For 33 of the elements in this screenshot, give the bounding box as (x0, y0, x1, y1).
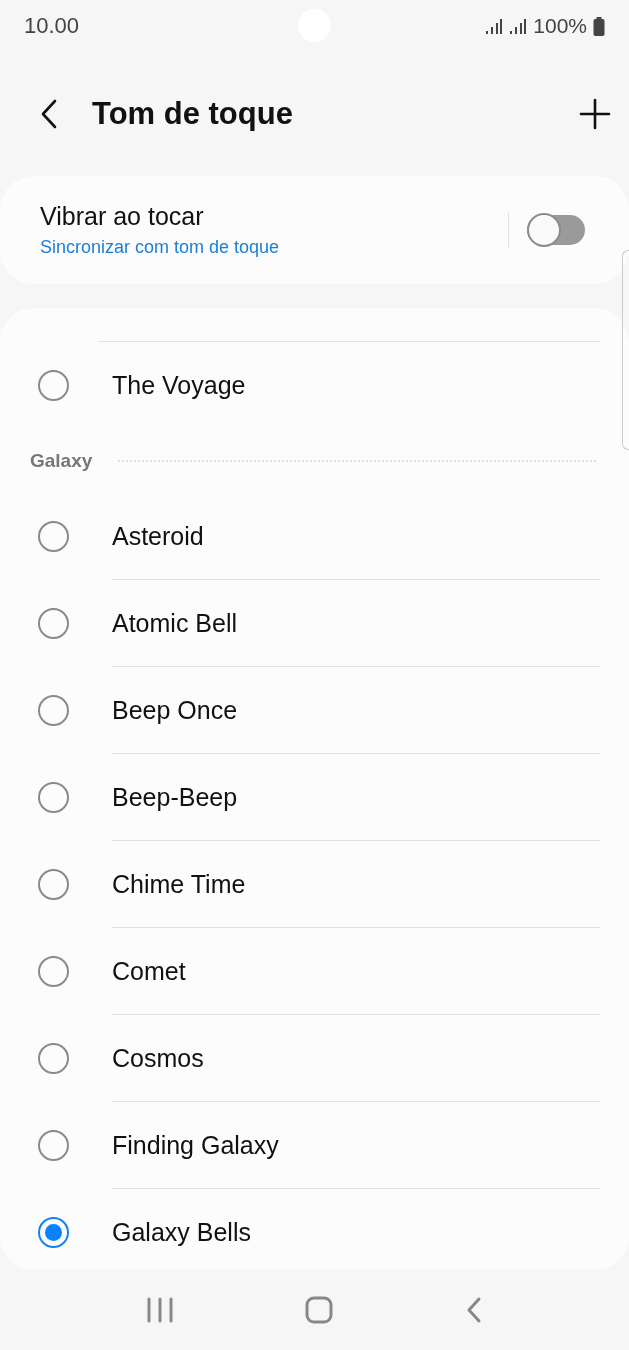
radio-button[interactable] (38, 1130, 69, 1161)
ringtone-name[interactable]: The Voyage (112, 371, 246, 400)
signal-icon (509, 17, 528, 35)
radio-button[interactable] (38, 1217, 69, 1248)
ringtone-name[interactable]: Chime Time (112, 869, 246, 899)
add-button[interactable] (579, 98, 611, 130)
ringtone-name[interactable]: Asteroid (112, 521, 204, 551)
radio-button[interactable] (38, 370, 69, 401)
page-title: Tom de toque (92, 96, 293, 132)
ringtone-name[interactable]: Comet (112, 956, 186, 986)
ringtone-name[interactable]: Finding Galaxy (112, 1130, 279, 1160)
radio-button[interactable] (38, 521, 69, 552)
ringtone-name[interactable]: Atomic Bell (112, 608, 238, 638)
radio-button[interactable] (38, 608, 69, 639)
ringtone-name[interactable]: Beep-Beep (112, 782, 238, 812)
ringtone-name[interactable]: Galaxy Bells (112, 1218, 251, 1247)
status-time: 10.00 (24, 13, 80, 39)
ringtone-name[interactable]: Beep Once (112, 695, 238, 725)
recent-apps-button[interactable] (145, 1297, 174, 1323)
battery-percent: 100% (533, 14, 587, 38)
radio-button[interactable] (38, 1043, 69, 1074)
radio-button[interactable] (38, 695, 69, 726)
section-header: Galaxy (30, 450, 93, 472)
battery-icon (593, 16, 605, 36)
ringtone-name[interactable]: Cosmos (112, 1043, 204, 1073)
vibrate-label: Vibrar ao tocar (40, 202, 205, 231)
vibrate-switch[interactable] (527, 215, 585, 245)
radio-button[interactable] (38, 956, 69, 987)
home-button[interactable] (304, 1296, 333, 1324)
signal-icon (485, 17, 504, 35)
sync-link[interactable]: Sincronizar com tom de toque (40, 237, 508, 258)
radio-button[interactable] (38, 869, 69, 900)
radio-button[interactable] (38, 782, 69, 813)
